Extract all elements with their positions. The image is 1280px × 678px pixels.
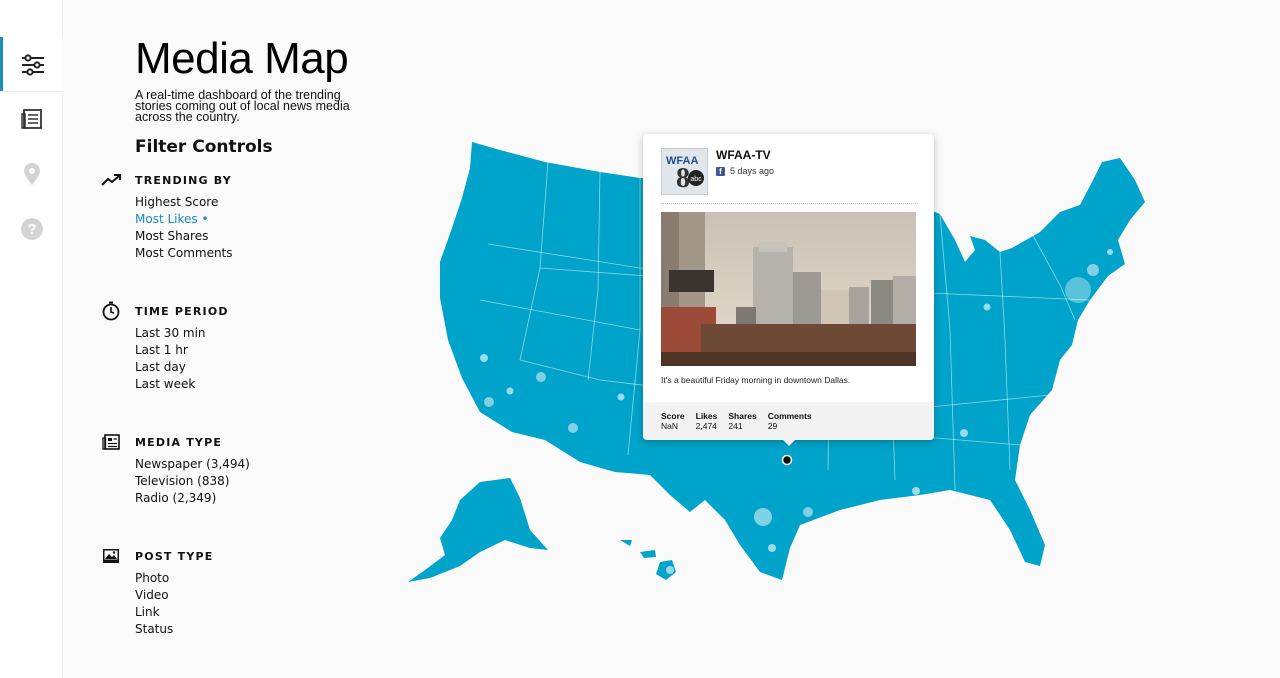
post-option-video[interactable]: Video: [135, 587, 214, 604]
trending-by-label: TRENDING BY: [135, 173, 232, 187]
logo-network: abc: [690, 176, 702, 183]
stat-likes: Likes 2,474: [696, 411, 718, 440]
stopwatch-icon: [100, 301, 122, 321]
stat-shares-value: 241: [728, 421, 743, 431]
trending-option-highest-score[interactable]: Highest Score: [135, 194, 233, 211]
trending-option-most-likes[interactable]: Most Likes •: [135, 211, 233, 228]
post-type-group: POST TYPE Photo Video Link Status: [100, 546, 214, 638]
media-option-television[interactable]: Television (838): [135, 473, 250, 490]
stat-shares: Shares 241: [728, 411, 756, 440]
media-option-newspaper[interactable]: Newspaper (3,494): [135, 456, 250, 473]
popup-divider: [661, 203, 916, 204]
time-option-30-min[interactable]: Last 30 min: [135, 325, 229, 342]
time-option-1-hr[interactable]: Last 1 hr: [135, 342, 229, 359]
post-caption: It's a beautiful Friday morning in downt…: [661, 375, 851, 385]
media-type-label: MEDIA TYPE: [135, 435, 223, 449]
stat-likes-value: 2,474: [695, 421, 717, 431]
sliders-icon: [20, 53, 46, 76]
media-option-radio[interactable]: Radio (2,349): [135, 490, 250, 507]
page-subtitle: A real-time dashboard of the trending st…: [135, 88, 350, 124]
stat-comments: Comments 29: [768, 411, 812, 440]
image-icon: [100, 546, 122, 566]
post-stats: Score NaN Likes 2,474 Shares 241 Comment…: [643, 402, 934, 440]
logo-number: 8: [676, 163, 690, 194]
popup-pointer: [781, 438, 797, 446]
help-nav-button[interactable]: ?: [0, 201, 63, 256]
facebook-icon: f: [716, 166, 725, 176]
location-nav-button[interactable]: [0, 146, 63, 201]
filters-nav-button[interactable]: [0, 37, 63, 92]
time-option-week[interactable]: Last week: [135, 376, 229, 393]
post-option-status[interactable]: Status: [135, 621, 214, 638]
station-name[interactable]: WFAA-TV: [716, 148, 771, 162]
location-pin-icon: [22, 162, 42, 186]
filter-controls-heading: Filter Controls: [135, 137, 273, 157]
stat-comments-value: 29: [767, 421, 778, 431]
station-logo: WFAA 8 abc: [661, 148, 708, 195]
svg-text:?: ?: [27, 221, 36, 238]
stat-score: Score NaN: [661, 411, 685, 440]
time-period-label: TIME PERIOD: [135, 304, 229, 318]
stat-comments-label: Comments: [767, 411, 812, 421]
post-type-label: POST TYPE: [135, 549, 214, 563]
post-time-ago: 5 days ago: [730, 166, 775, 176]
post-popup-card[interactable]: WFAA 8 abc WFAA-TV f 5 days ago It's a b…: [643, 134, 934, 440]
media-type-group: MEDIA TYPE Newspaper (3,494) Television …: [100, 432, 250, 507]
trending-option-most-comments[interactable]: Most Comments: [135, 245, 233, 262]
trending-option-most-shares[interactable]: Most Shares: [135, 228, 233, 245]
stat-likes-label: Likes: [695, 411, 718, 421]
page-title: Media Map: [135, 34, 349, 83]
newspaper-icon: [100, 432, 122, 452]
post-option-link[interactable]: Link: [135, 604, 214, 621]
stat-score-label: Score: [661, 411, 685, 421]
time-period-group: TIME PERIOD Last 30 min Last 1 hr Last d…: [100, 301, 229, 393]
stat-shares-label: Shares: [728, 411, 757, 421]
time-option-day[interactable]: Last day: [135, 359, 229, 376]
post-option-photo[interactable]: Photo: [135, 570, 214, 587]
help-icon: ?: [20, 217, 44, 241]
post-photo[interactable]: [661, 212, 916, 366]
post-meta: f 5 days ago: [716, 166, 774, 176]
trending-by-group: TRENDING BY Highest Score Most Likes • M…: [100, 170, 233, 262]
side-nav-rail: ?: [0, 0, 63, 678]
stat-score-value: NaN: [661, 421, 679, 431]
newspaper-icon: [20, 108, 43, 130]
news-nav-button[interactable]: [0, 91, 63, 146]
trend-up-icon: [100, 170, 122, 190]
